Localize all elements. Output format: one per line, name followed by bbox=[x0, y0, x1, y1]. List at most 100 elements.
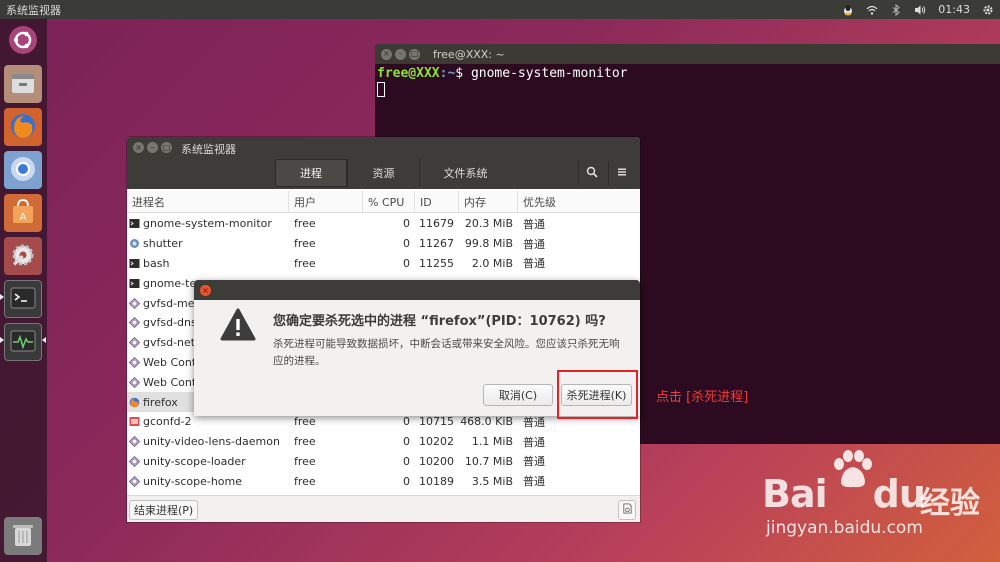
clock[interactable]: 01:43 bbox=[938, 3, 970, 16]
process-pri-cell: 普通 bbox=[523, 475, 545, 489]
process-user-cell: free bbox=[294, 256, 316, 270]
maximize-icon[interactable]: □ bbox=[161, 142, 172, 153]
gear-diamond-icon bbox=[129, 317, 140, 329]
table-row[interactable]: unity-video-lens-daemon free 0 10202 1.1 MiB… bbox=[127, 432, 640, 452]
minimize-icon[interactable]: – bbox=[147, 142, 158, 153]
close-icon[interactable]: × bbox=[381, 48, 392, 60]
gear-diamond-icon bbox=[129, 455, 140, 467]
process-mem-cell: 10.7 MiB bbox=[464, 454, 513, 468]
watermark-brand: Bai du bbox=[762, 472, 926, 516]
process-id-cell: 11679 bbox=[419, 217, 454, 231]
process-id-cell: 11267 bbox=[419, 237, 454, 251]
system-monitor-headerbar[interactable]: × – □ 系统监视器 进程 资源 文件系统 bbox=[127, 137, 640, 189]
watermark-url: jingyan.baidu.com bbox=[766, 518, 923, 538]
column-header-user[interactable]: 用户 bbox=[289, 191, 363, 213]
gear-diamond-icon bbox=[129, 297, 140, 309]
process-pri-cell: 普通 bbox=[523, 257, 545, 271]
cancel-button[interactable]: 取消(C) bbox=[483, 384, 553, 406]
column-header-memory[interactable]: 内存 bbox=[459, 191, 518, 213]
table-row[interactable]: unity-scope-loader free 0 10200 10.7 MiB 普通 bbox=[127, 452, 640, 472]
process-user-cell: free bbox=[294, 237, 316, 251]
column-header-cpu[interactable]: % CPU bbox=[363, 191, 415, 213]
table-row[interactable]: shutter free 0 11267 99.8 MiB 普通 bbox=[127, 234, 640, 254]
close-icon[interactable]: × bbox=[133, 142, 144, 153]
trash-icon bbox=[8, 520, 38, 553]
process-mem-cell: 20.3 MiB bbox=[464, 217, 513, 231]
table-row[interactable]: unity-scope-home free 0 10189 3.5 MiB 普通 bbox=[127, 471, 640, 491]
process-name-cell: unity-scope-loader bbox=[127, 452, 289, 472]
launcher-files[interactable] bbox=[4, 65, 42, 103]
svg-text:A: A bbox=[20, 212, 27, 223]
process-name-cell: unity-video-lens-daemon bbox=[127, 432, 289, 452]
process-cpu-cell: 0 bbox=[403, 256, 410, 270]
launcher-software-center[interactable]: A bbox=[4, 194, 42, 232]
launcher-dash[interactable] bbox=[4, 22, 42, 60]
end-process-button[interactable]: 结束进程(P) bbox=[129, 500, 199, 520]
search-button[interactable] bbox=[578, 161, 604, 185]
launcher-terminal[interactable] bbox=[4, 280, 42, 318]
process-user-cell: free bbox=[294, 454, 316, 468]
bluetooth-icon[interactable] bbox=[890, 3, 902, 16]
shopping-bag-icon: A bbox=[8, 197, 38, 230]
terminal-output[interactable]: free@XXX:~$ gnome-system-monitor bbox=[375, 64, 1000, 100]
tab-processes[interactable]: 进程 bbox=[275, 159, 347, 187]
tab-file-systems[interactable]: 文件系统 bbox=[419, 159, 511, 187]
process-pri-cell: 普通 bbox=[523, 217, 545, 231]
gear-diamond-icon bbox=[129, 356, 140, 368]
launcher-trash[interactable] bbox=[4, 517, 42, 555]
terminal-app-icon bbox=[129, 258, 140, 269]
volume-icon[interactable] bbox=[914, 4, 926, 16]
tux-icon[interactable] bbox=[842, 4, 854, 16]
baidu-jingyan-watermark: Bai du 经验 jingyan.baidu.com bbox=[762, 450, 992, 548]
ubuntu-logo-icon bbox=[8, 25, 38, 58]
launcher-settings[interactable] bbox=[4, 237, 42, 275]
maximize-icon[interactable]: □ bbox=[409, 48, 420, 60]
launcher-firefox[interactable] bbox=[4, 108, 42, 146]
process-id-cell: 10189 bbox=[419, 474, 454, 488]
process-name-cell: gnome-system-monitor bbox=[127, 214, 289, 234]
column-header-priority[interactable]: 优先级 bbox=[518, 191, 640, 213]
process-id-cell: 10200 bbox=[419, 454, 454, 468]
dialog-titlebar[interactable]: × bbox=[194, 280, 640, 300]
prompt-path: :~ bbox=[439, 66, 456, 81]
hamburger-menu-icon bbox=[616, 166, 628, 181]
tab-resources[interactable]: 资源 bbox=[347, 159, 419, 187]
watermark-brand-cn: 经验 bbox=[920, 486, 980, 521]
column-header-name[interactable]: 进程名 bbox=[127, 191, 289, 213]
highlight-box bbox=[557, 370, 638, 419]
process-mem-cell: 99.8 MiB bbox=[464, 237, 513, 251]
process-table-header: 进程名 用户 % CPU ID 内存 优先级 bbox=[127, 191, 640, 213]
chromium-icon bbox=[8, 154, 38, 187]
terminal-icon bbox=[8, 283, 38, 316]
terminal-app-icon bbox=[129, 278, 140, 289]
gear-diamond-icon bbox=[129, 376, 140, 388]
process-user-cell: free bbox=[294, 435, 316, 449]
process-cpu-cell: 0 bbox=[403, 237, 410, 251]
terminal-command: gnome-system-monitor bbox=[470, 66, 628, 81]
dialog-close-icon[interactable]: × bbox=[200, 285, 211, 296]
terminal-titlebar[interactable]: × – □ free@XXX: ~ bbox=[375, 44, 1000, 64]
process-id-cell: 11255 bbox=[419, 256, 454, 270]
process-cpu-cell: 0 bbox=[403, 454, 410, 468]
wifi-icon[interactable] bbox=[866, 4, 878, 16]
process-mem-cell: 2.0 MiB bbox=[471, 256, 513, 270]
minimize-icon[interactable]: – bbox=[395, 48, 406, 60]
prompt-line: free@XXX:~$ gnome-system-monitor bbox=[377, 66, 998, 82]
process-properties-button[interactable] bbox=[618, 500, 636, 520]
launcher-chromium[interactable] bbox=[4, 151, 42, 189]
power-gear-icon[interactable] bbox=[982, 4, 994, 16]
gear-diamond-icon bbox=[129, 475, 140, 487]
system-monitor-footer: 结束进程(P) bbox=[127, 495, 640, 522]
unity-launcher: A bbox=[0, 19, 47, 562]
menu-button[interactable] bbox=[608, 161, 634, 185]
top-panel: 系统监视器 01:43 bbox=[0, 0, 1000, 19]
column-header-id[interactable]: ID bbox=[415, 191, 459, 213]
table-row[interactable]: gnome-system-monitor free 0 11679 20.3 MiB 普通 bbox=[127, 214, 640, 234]
gear-diamond-icon bbox=[129, 337, 140, 349]
process-name-cell: bash bbox=[127, 254, 289, 274]
launcher-system-monitor[interactable] bbox=[4, 323, 42, 361]
table-row[interactable]: bash free 0 11255 2.0 MiB 普通 bbox=[127, 254, 640, 274]
process-pri-cell: 普通 bbox=[523, 237, 545, 251]
search-icon bbox=[586, 166, 598, 181]
wrench-gear-icon bbox=[8, 240, 38, 273]
